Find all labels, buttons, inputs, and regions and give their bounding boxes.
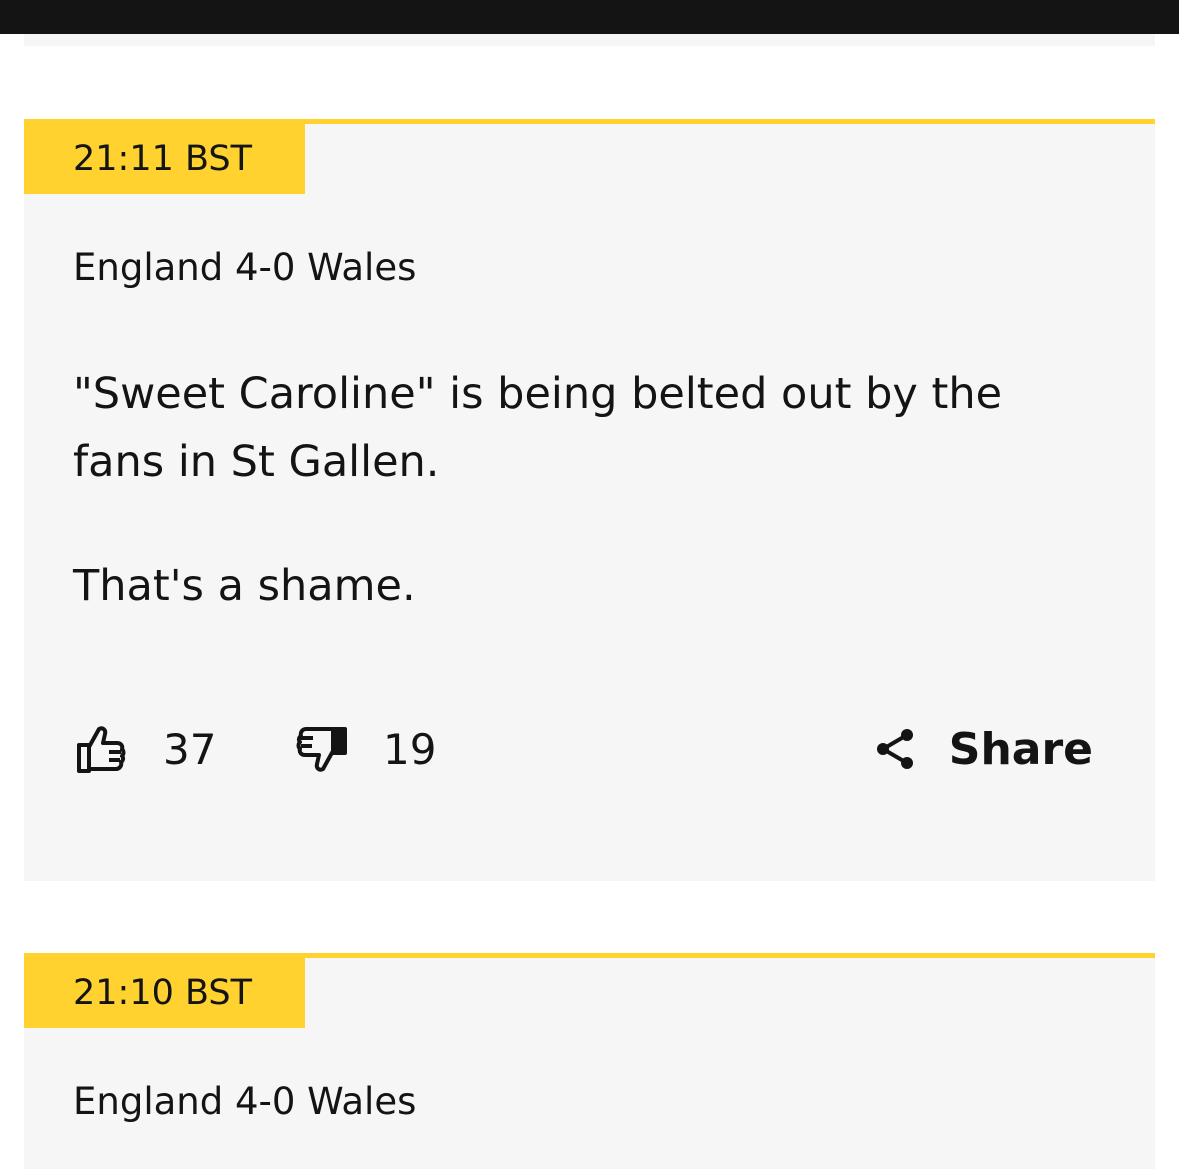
post-timestamp: 21:11 BST [24, 124, 305, 194]
live-post-card: 21:11 BST England 4-0 Wales "Sweet Carol… [24, 119, 1155, 881]
share-icon [876, 729, 913, 769]
dislike-count: 19 [383, 724, 437, 774]
post-actions: 37 19 Share [73, 714, 1093, 784]
post-paragraph: That's a shame. [73, 561, 416, 611]
post-timestamp: 21:10 BST [24, 958, 305, 1028]
top-bar [0, 0, 1179, 34]
share-button[interactable]: Share [871, 714, 1093, 784]
like-button[interactable]: 37 [73, 714, 216, 784]
share-label: Share [948, 723, 1093, 775]
post-paragraph: "Sweet Caroline" is being belted out by … [73, 369, 1003, 487]
live-post-card: 21:10 BST England 4-0 Wales [24, 953, 1155, 1169]
thumbs-up-icon [77, 726, 126, 773]
post-title: England 4-0 Wales [73, 246, 417, 289]
post-title: England 4-0 Wales [73, 1080, 417, 1123]
dislike-button[interactable]: 19 [293, 714, 436, 784]
thumbs-down-icon [296, 727, 347, 772]
previous-post-card [24, 34, 1155, 46]
like-count: 37 [163, 724, 217, 774]
